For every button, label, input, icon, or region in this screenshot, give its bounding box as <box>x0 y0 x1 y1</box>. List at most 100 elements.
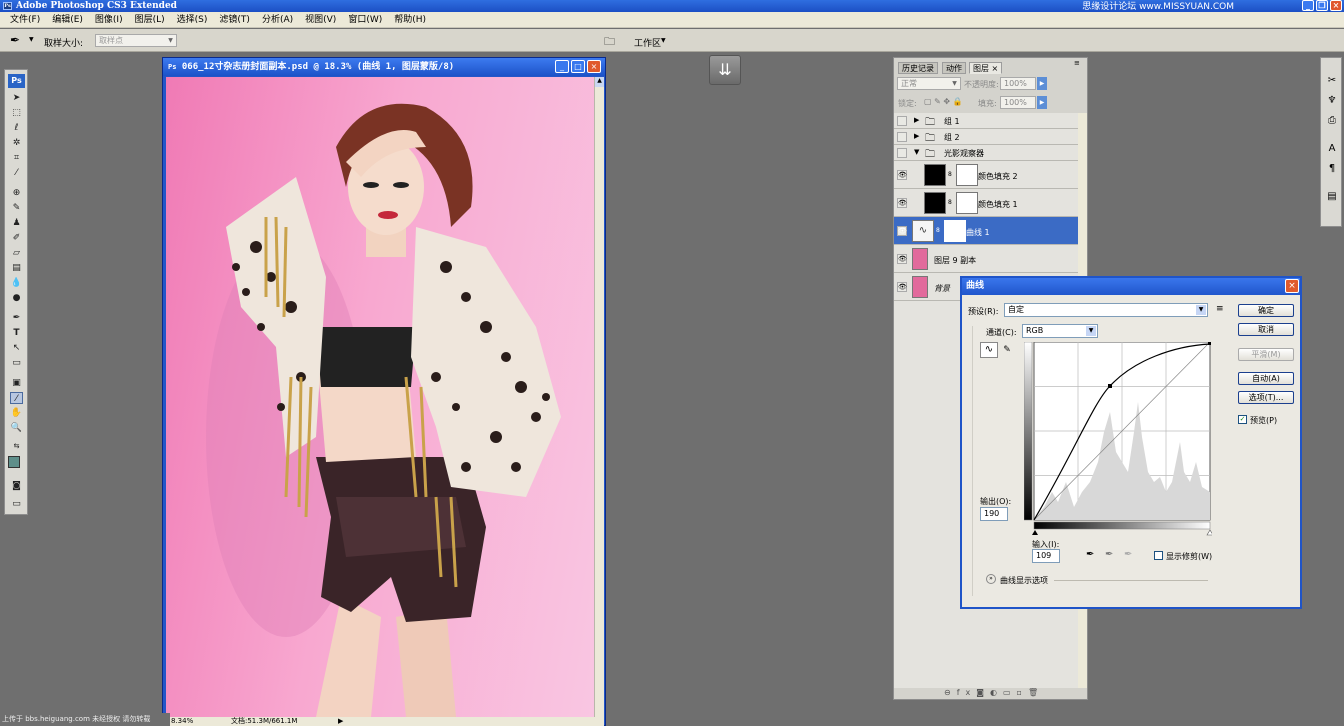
black-point-eyedropper-icon[interactable]: ✒ <box>1086 549 1094 560</box>
menu-edit[interactable]: 编辑(E) <box>46 12 89 28</box>
tools-icon[interactable]: ✂ <box>1325 74 1339 88</box>
layer-row[interactable]: ▼ 🗀 光影观察器 <box>894 145 1078 161</box>
white-point-eyedropper-icon[interactable]: ✒ <box>1124 549 1132 560</box>
lock-icons[interactable]: ▢ ✎ ✥ 🔒 <box>924 97 963 106</box>
layer-row[interactable]: 👁 图层 9 副本 <box>894 245 1078 273</box>
channel-select[interactable]: RGB ▼ <box>1022 324 1098 338</box>
layer-row-selected[interactable]: 👁 ∿ 8 曲线 1 <box>894 217 1078 245</box>
menu-help[interactable]: 帮助(H) <box>388 12 432 28</box>
tab-history[interactable]: 历史记录 <box>898 62 938 74</box>
image-canvas[interactable] <box>166 77 594 717</box>
menu-layer[interactable]: 图层(L) <box>129 12 171 28</box>
eye-icon[interactable]: 👁 <box>897 282 907 292</box>
collapse-arrow-icon[interactable]: ▼ <box>914 148 919 156</box>
menu-image[interactable]: 图像(I) <box>89 12 129 28</box>
eyedropper-tool-icon[interactable]: ⁄ <box>10 392 23 404</box>
marquee-tool-icon[interactable]: ⬚ <box>10 107 23 119</box>
link-icon[interactable]: 8 <box>948 199 952 206</box>
stamp-icon[interactable]: ⎙ <box>1325 114 1339 128</box>
close-button[interactable]: × <box>1330 0 1342 11</box>
mask-thumbnail[interactable] <box>956 192 978 214</box>
input-input[interactable]: 109 <box>1032 549 1060 563</box>
preview-checkbox[interactable]: ✓ <box>1238 415 1247 424</box>
adjustments-icon[interactable]: ♆ <box>1325 94 1339 108</box>
dodge-tool-icon[interactable]: ● <box>10 292 23 304</box>
smooth-button[interactable]: 平滑(M) <box>1238 348 1294 361</box>
brush-tool-icon[interactable]: ✎ <box>10 202 23 214</box>
mask-thumbnail[interactable] <box>956 164 978 186</box>
gradient-tool-icon[interactable]: ▤ <box>10 262 23 274</box>
slice-tool-icon[interactable]: ⁄ <box>10 167 23 179</box>
move-tool-icon[interactable]: ➤ <box>10 92 23 104</box>
tab-actions[interactable]: 动作 <box>942 62 966 74</box>
doc-minimize-button[interactable]: _ <box>555 60 569 73</box>
link-icon[interactable]: 8 <box>936 227 940 234</box>
layer-row[interactable]: ▶ 🗀 组 2 <box>894 129 1078 145</box>
doc-close-button[interactable]: × <box>587 60 601 73</box>
mask-thumbnail[interactable] <box>944 220 966 242</box>
status-menu-arrow-icon[interactable]: ▶ <box>338 717 343 726</box>
menu-file[interactable]: 文件(F) <box>4 12 46 28</box>
restore-button[interactable]: ❐ <box>1316 0 1328 11</box>
expand-arrow-icon[interactable]: ▶ <box>914 132 919 140</box>
vertical-scrollbar[interactable]: ▲ <box>594 77 604 717</box>
visibility-toggle[interactable] <box>897 116 907 126</box>
zoom-level[interactable]: 8.34% <box>171 717 193 726</box>
fill-slider-arrow-icon[interactable]: ▶ <box>1037 96 1047 109</box>
magic-wand-tool-icon[interactable]: ✲ <box>10 137 23 149</box>
layer-footer-buttons[interactable]: ⊖fx◙◐▭▫🗑 <box>944 688 1044 697</box>
lasso-tool-icon[interactable]: ℓ <box>10 122 23 134</box>
fill-input[interactable]: 100% <box>1000 96 1036 109</box>
character-icon[interactable]: A <box>1325 142 1339 156</box>
file-browser-icon[interactable]: 🗀 <box>604 33 615 52</box>
layer-comps-icon[interactable]: ▤ <box>1325 190 1339 204</box>
layer-row[interactable]: 👁 8 颜色填充 1 <box>894 189 1078 217</box>
eye-icon[interactable]: 👁 <box>897 198 907 208</box>
preset-options-icon[interactable]: ≡ <box>1216 304 1224 314</box>
layer-row[interactable]: ▶ 🗀 组 1 <box>894 113 1078 129</box>
visibility-toggle[interactable] <box>897 132 907 142</box>
eyedropper-tool-icon[interactable]: ✒ <box>10 33 20 47</box>
cancel-button[interactable]: 取消 <box>1238 323 1294 336</box>
menu-window[interactable]: 窗口(W) <box>342 12 388 28</box>
output-input[interactable]: 190 <box>980 507 1008 521</box>
type-tool-icon[interactable]: T <box>10 327 23 339</box>
quick-mask-icon[interactable]: ◙ <box>10 480 23 492</box>
ok-button[interactable]: 确定 <box>1238 304 1294 317</box>
doc-maximize-button[interactable]: □ <box>571 60 585 73</box>
crop-tool-icon[interactable]: ⌗ <box>10 152 23 164</box>
clone-stamp-icon[interactable]: ♟ <box>10 217 23 229</box>
foreground-color-swatch[interactable] <box>8 456 20 468</box>
tab-layers[interactable]: 图层 × <box>969 62 1003 74</box>
link-icon[interactable]: 8 <box>948 171 952 178</box>
hand-tool-icon[interactable]: ✋ <box>10 407 23 419</box>
tool-preset-dropdown[interactable]: ▼ <box>29 36 34 43</box>
dialog-close-button[interactable]: × <box>1285 279 1299 293</box>
menu-analysis[interactable]: 分析(A) <box>256 12 299 28</box>
notes-tool-icon[interactable]: ▣ <box>10 377 23 389</box>
healing-brush-icon[interactable]: ⊕ <box>10 187 23 199</box>
opacity-input[interactable]: 100% <box>1000 77 1036 90</box>
menu-view[interactable]: 视图(V) <box>299 12 342 28</box>
blend-mode-select[interactable]: 正常 ▼ <box>897 77 961 90</box>
swap-colors-icon[interactable]: ⇆ <box>10 440 23 452</box>
minimize-button[interactable]: _ <box>1302 0 1314 11</box>
eye-icon[interactable]: 👁 <box>897 254 907 264</box>
workspace-button[interactable]: 工作区 <box>634 36 661 49</box>
eraser-tool-icon[interactable]: ▱ <box>10 247 23 259</box>
visibility-toggle[interactable] <box>897 148 907 158</box>
menu-select[interactable]: 选择(S) <box>171 12 214 28</box>
eye-icon[interactable]: 👁 <box>897 170 907 180</box>
screen-mode-icon[interactable]: ▭ <box>10 498 23 510</box>
scroll-up-arrow-icon[interactable]: ▲ <box>595 77 604 87</box>
expand-panels-button[interactable]: ⇊ <box>709 55 741 85</box>
blur-tool-icon[interactable]: 💧 <box>10 277 23 289</box>
curve-display-options-label[interactable]: 曲线显示选项 <box>1000 575 1048 586</box>
layer-row[interactable]: 👁 8 颜色填充 2 <box>894 161 1078 189</box>
auto-button[interactable]: 自动(A) <box>1238 372 1294 385</box>
eye-icon[interactable]: 👁 <box>897 226 907 236</box>
panel-menu-icon[interactable]: ≡ <box>1074 59 1080 67</box>
path-selection-icon[interactable]: ↖ <box>10 342 23 354</box>
history-brush-icon[interactable]: ✐ <box>10 232 23 244</box>
gray-point-eyedropper-icon[interactable]: ✒ <box>1105 549 1113 560</box>
